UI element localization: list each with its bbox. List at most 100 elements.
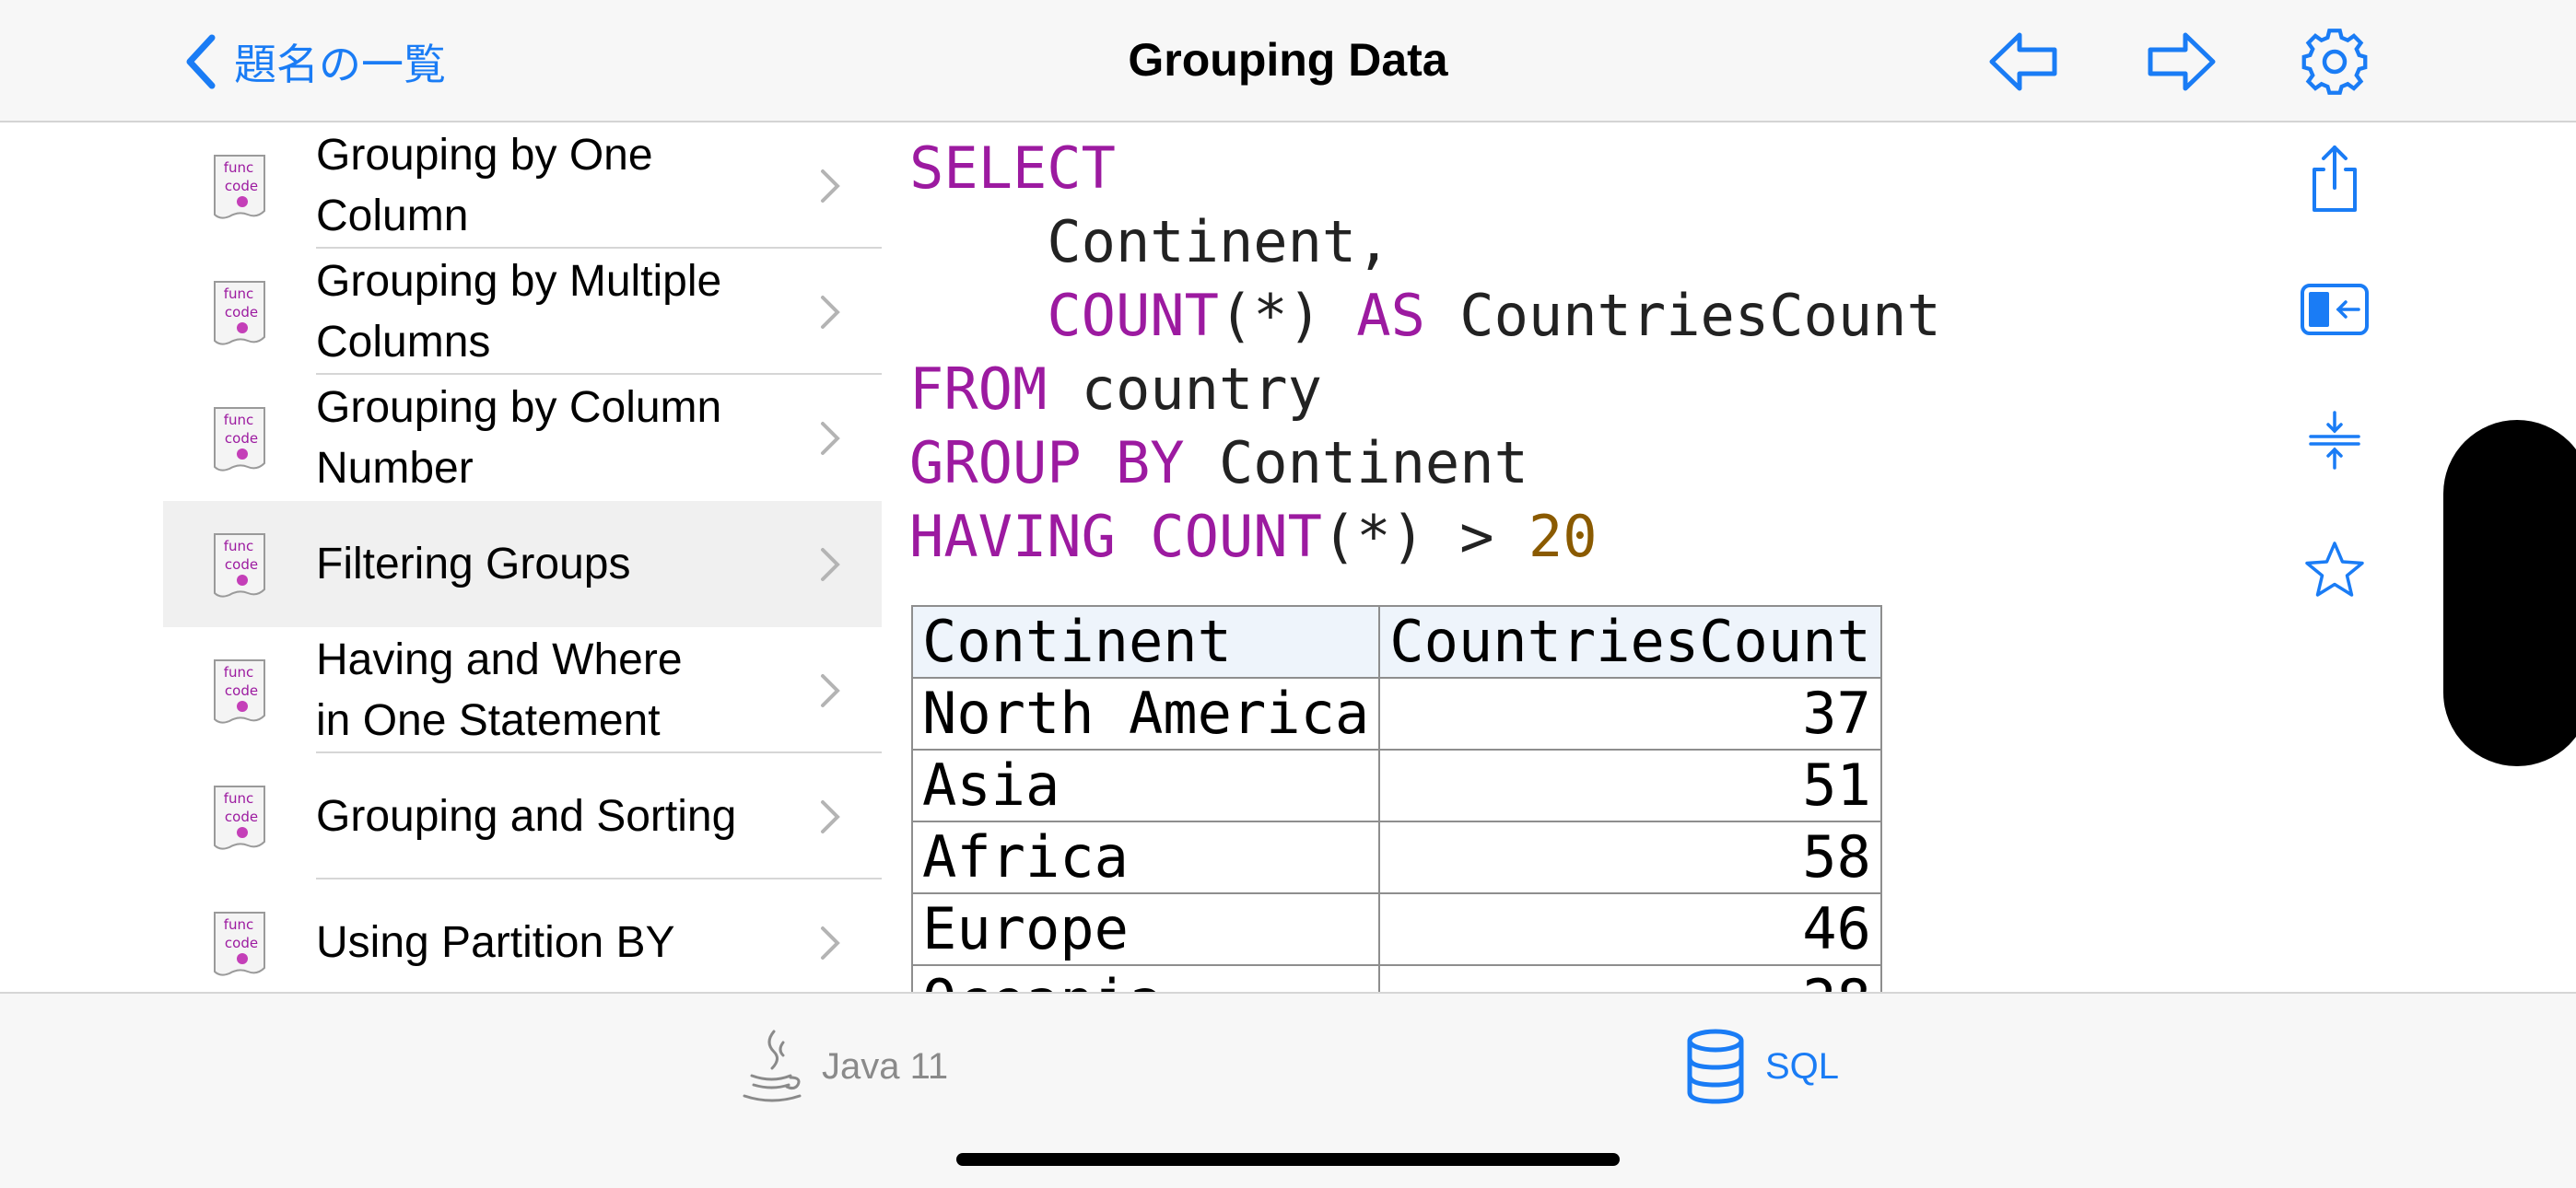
sql-table: country <box>1081 355 1322 423</box>
chevron-right-icon <box>821 673 840 707</box>
scroll-handle[interactable] <box>2443 420 2576 766</box>
table-cell: 46 <box>1378 892 1882 966</box>
chevron-right-icon <box>821 421 840 455</box>
chevron-right-icon <box>821 295 840 329</box>
chevron-right-icon <box>821 169 840 203</box>
func-code-icon: func code <box>214 155 265 219</box>
chevron-right-icon <box>821 926 840 960</box>
svg-text:code: code <box>225 178 258 194</box>
func-code-icon: func code <box>214 281 265 345</box>
list-item-label: Grouping by Column Number <box>316 382 722 493</box>
svg-text:func: func <box>224 285 254 302</box>
chevron-right-icon <box>821 799 840 833</box>
sql-number: 20 <box>1528 503 1598 570</box>
svg-text:func: func <box>224 916 254 933</box>
table-row: Africa 58 <box>910 821 1882 894</box>
list-item-label: Grouping by One Column <box>316 130 653 240</box>
tab-label: Java 11 <box>822 1045 949 1087</box>
func-code-icon: func code <box>214 659 265 724</box>
sql-function: COUNT <box>1047 282 1219 349</box>
table-row: Asia 51 <box>910 749 1882 822</box>
svg-text:code: code <box>225 682 258 699</box>
java-cup-icon <box>743 1030 802 1102</box>
sql-keyword: HAVING <box>909 503 1116 570</box>
list-item-grouping-by-column-number[interactable]: func code Grouping by Column Number <box>163 375 882 501</box>
share-icon <box>2313 146 2357 212</box>
table-cell: Oceania <box>910 964 1381 992</box>
column-header: CountriesCount <box>1378 605 1882 679</box>
collapse-sidebar-icon <box>2301 284 2369 335</box>
svg-text:func: func <box>224 790 254 807</box>
table-cell: 51 <box>1378 749 1882 822</box>
back-arrow-icon <box>1989 32 2057 91</box>
sql-code: SELECT Continent, COUNT(*) AS CountriesC… <box>909 132 1941 574</box>
list-item-using-partition-by[interactable]: func code Using Partition BY <box>163 879 882 992</box>
star-icon <box>2305 542 2364 597</box>
compress-button[interactable] <box>2298 403 2371 477</box>
result-table: Continent CountriesCount North America 3… <box>910 605 1882 992</box>
compress-vertical-icon <box>2309 411 2360 470</box>
sql-keyword: FROM <box>909 355 1048 423</box>
list-item-label: Grouping by Multiple Columns <box>316 256 722 367</box>
table-cell: 28 <box>1378 964 1882 992</box>
settings-button[interactable] <box>2298 28 2371 96</box>
sql-alias: CountriesCount <box>1459 282 1941 349</box>
svg-text:func: func <box>224 159 254 176</box>
table-cell: Europe <box>910 892 1381 966</box>
svg-text:code: code <box>225 809 258 825</box>
func-code-icon: func code <box>214 407 265 472</box>
home-indicator <box>956 1153 1620 1166</box>
share-button[interactable] <box>2298 142 2371 215</box>
sql-argument: (*) <box>1218 282 1322 349</box>
table-row: Oceania 28 <box>910 964 1882 992</box>
list-item-grouping-and-sorting[interactable]: func code Grouping and Sorting <box>163 753 882 879</box>
func-code-icon: func code <box>214 533 265 598</box>
sql-keyword: AS <box>1356 282 1425 349</box>
tab-label: SQL <box>1765 1045 1840 1087</box>
table-header-row: Continent CountriesCount <box>910 605 1882 679</box>
table-cell: Africa <box>910 821 1381 894</box>
svg-text:func: func <box>224 412 254 428</box>
table-cell: Asia <box>910 749 1381 822</box>
sql-operator: (*) > <box>1321 503 1494 570</box>
list-item-label: Grouping and Sorting <box>316 791 737 841</box>
sql-identifier: Continent <box>1218 429 1528 496</box>
chevron-right-icon <box>821 547 840 581</box>
navigation-bar: 題名の一覧 Grouping Data <box>0 0 2576 122</box>
gear-icon <box>2301 29 2368 95</box>
svg-text:code: code <box>225 430 258 447</box>
tab-java[interactable]: Java 11 <box>737 1025 948 1108</box>
list-item-grouping-by-one-column[interactable]: func code Grouping by One Column <box>163 122 882 249</box>
list-item-filtering-groups[interactable]: func code Filtering Groups <box>163 501 882 627</box>
forward-arrow-button[interactable] <box>2145 28 2219 96</box>
table-row: Europe 46 <box>910 892 1882 966</box>
svg-text:func: func <box>224 538 254 554</box>
back-arrow-button[interactable] <box>1986 28 2060 96</box>
forward-arrow-icon <box>2148 32 2216 91</box>
favorite-button[interactable] <box>2298 534 2371 608</box>
svg-text:code: code <box>225 935 258 951</box>
database-icon <box>1687 1029 1744 1104</box>
svg-text:code: code <box>225 556 258 573</box>
svg-text:func: func <box>224 664 254 681</box>
collapse-sidebar-button[interactable] <box>2298 273 2371 346</box>
tab-sql[interactable]: SQL <box>1680 1025 1839 1108</box>
list-item-having-and-where[interactable]: func code Having and Where in One Statem… <box>163 627 882 753</box>
list-item-grouping-by-multiple-columns[interactable]: func code Grouping by Multiple Columns <box>163 249 882 375</box>
list-item-label: Using Partition BY <box>316 917 675 967</box>
column-header: Continent <box>910 605 1381 679</box>
svg-text:code: code <box>225 304 258 320</box>
func-code-icon: func code <box>214 912 265 976</box>
list-item-label: Having and Where in One Statement <box>316 635 683 745</box>
sql-function: COUNT <box>1150 503 1322 570</box>
table-row: North America 37 <box>910 677 1882 751</box>
code-view: SELECT Continent, COUNT(*) AS CountriesC… <box>882 122 2254 992</box>
topic-list: func code Grouping by One Column func co… <box>163 122 882 992</box>
sql-identifier: Continent, <box>1047 208 1391 275</box>
sql-keyword: GROUP BY <box>909 429 1185 496</box>
func-code-icon: func code <box>214 786 265 850</box>
table-cell: 37 <box>1378 677 1882 751</box>
table-cell: 58 <box>1378 821 1882 894</box>
sql-keyword: SELECT <box>909 134 1116 202</box>
table-cell: North America <box>910 677 1381 751</box>
